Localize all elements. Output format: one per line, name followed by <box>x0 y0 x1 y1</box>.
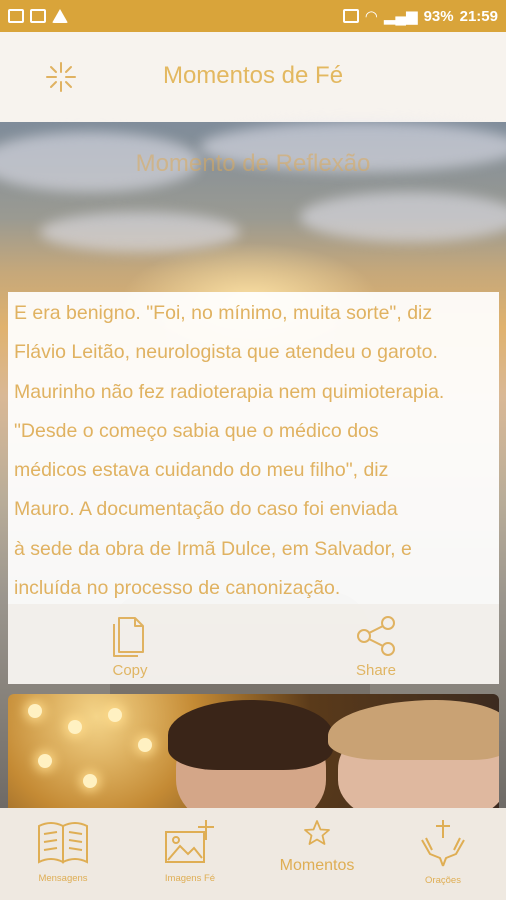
copy-icon <box>113 617 144 657</box>
bokeh-light <box>28 704 42 718</box>
signal-icon: ▂▄▆ <box>383 8 418 25</box>
bottom-navigation: Mensagens Imagens Fé Momentos Orações <box>0 808 506 900</box>
nav-label: Imagens Fé <box>164 873 216 884</box>
clock-time: 21:59 <box>459 7 498 25</box>
message-line: Maurinho não fez radioterapia nem quimio… <box>14 380 445 403</box>
app-bar: Momentos de Fé <box>0 32 506 122</box>
image-card[interactable] <box>8 694 499 808</box>
status-notifications <box>8 9 68 23</box>
alarm-icon <box>342 9 359 23</box>
app-title: Momentos de Fé <box>162 62 344 89</box>
nav-item-imagens-fe[interactable]: Imagens Fé <box>135 818 245 884</box>
bokeh-light <box>68 720 82 734</box>
gallery-notification-icon <box>30 9 46 23</box>
bokeh-light <box>138 738 152 752</box>
bokeh-light <box>108 708 122 722</box>
share-label: Share <box>355 662 397 679</box>
star-icon <box>304 820 330 845</box>
warning-icon <box>52 9 68 23</box>
message-card: E era benigno. "Foi, no mínimo, muita so… <box>8 292 499 684</box>
praying-hands-icon <box>421 820 465 867</box>
message-line: incluída no processo de canonização. <box>14 577 341 600</box>
wifi-icon: ◠ <box>364 8 378 25</box>
message-line: "Desde o começo sabia que o médico dos <box>14 419 379 442</box>
cloud <box>300 192 506 242</box>
bokeh-light <box>38 754 52 768</box>
message-text: E era benigno. "Foi, no mínimo, muita so… <box>14 294 492 608</box>
message-line: médicos estava cuidando do meu filho", d… <box>14 459 389 482</box>
message-line: à sede da obra de Irmã Dulce, em Salvado… <box>14 537 412 560</box>
nav-item-oracoes[interactable]: Orações <box>388 818 498 886</box>
share-icon <box>357 616 395 656</box>
nav-label: Momentos <box>279 857 355 874</box>
hero-heading: Momento de Reflexão <box>135 150 371 177</box>
person-hair <box>168 700 333 770</box>
person-hair <box>328 700 499 760</box>
message-line: Mauro. A documentação do caso foi enviad… <box>14 498 398 521</box>
image-cross-icon <box>165 820 214 863</box>
copy-label: Copy <box>112 662 148 679</box>
nav-label: Orações <box>425 875 461 886</box>
image-notification-icon <box>8 9 24 23</box>
nav-label: Mensagens <box>38 873 88 884</box>
share-button[interactable]: Share <box>326 614 426 679</box>
card-actions: Copy Share <box>8 604 499 684</box>
status-bar: ◠ ▂▄▆ 93% 21:59 <box>0 0 506 32</box>
message-line: E era benigno. "Foi, no mínimo, muita so… <box>14 302 433 324</box>
status-system: ◠ ▂▄▆ 93% 21:59 <box>342 7 498 25</box>
copy-button[interactable]: Copy <box>80 614 180 679</box>
battery-level: 93% <box>423 7 454 25</box>
book-icon <box>38 822 88 864</box>
nav-item-momentos[interactable]: Momentos <box>262 818 372 875</box>
message-line: Flávio Leitão, neurologista que atendeu … <box>14 341 438 364</box>
nav-item-mensagens[interactable]: Mensagens <box>8 818 118 884</box>
bokeh-light <box>83 774 97 788</box>
